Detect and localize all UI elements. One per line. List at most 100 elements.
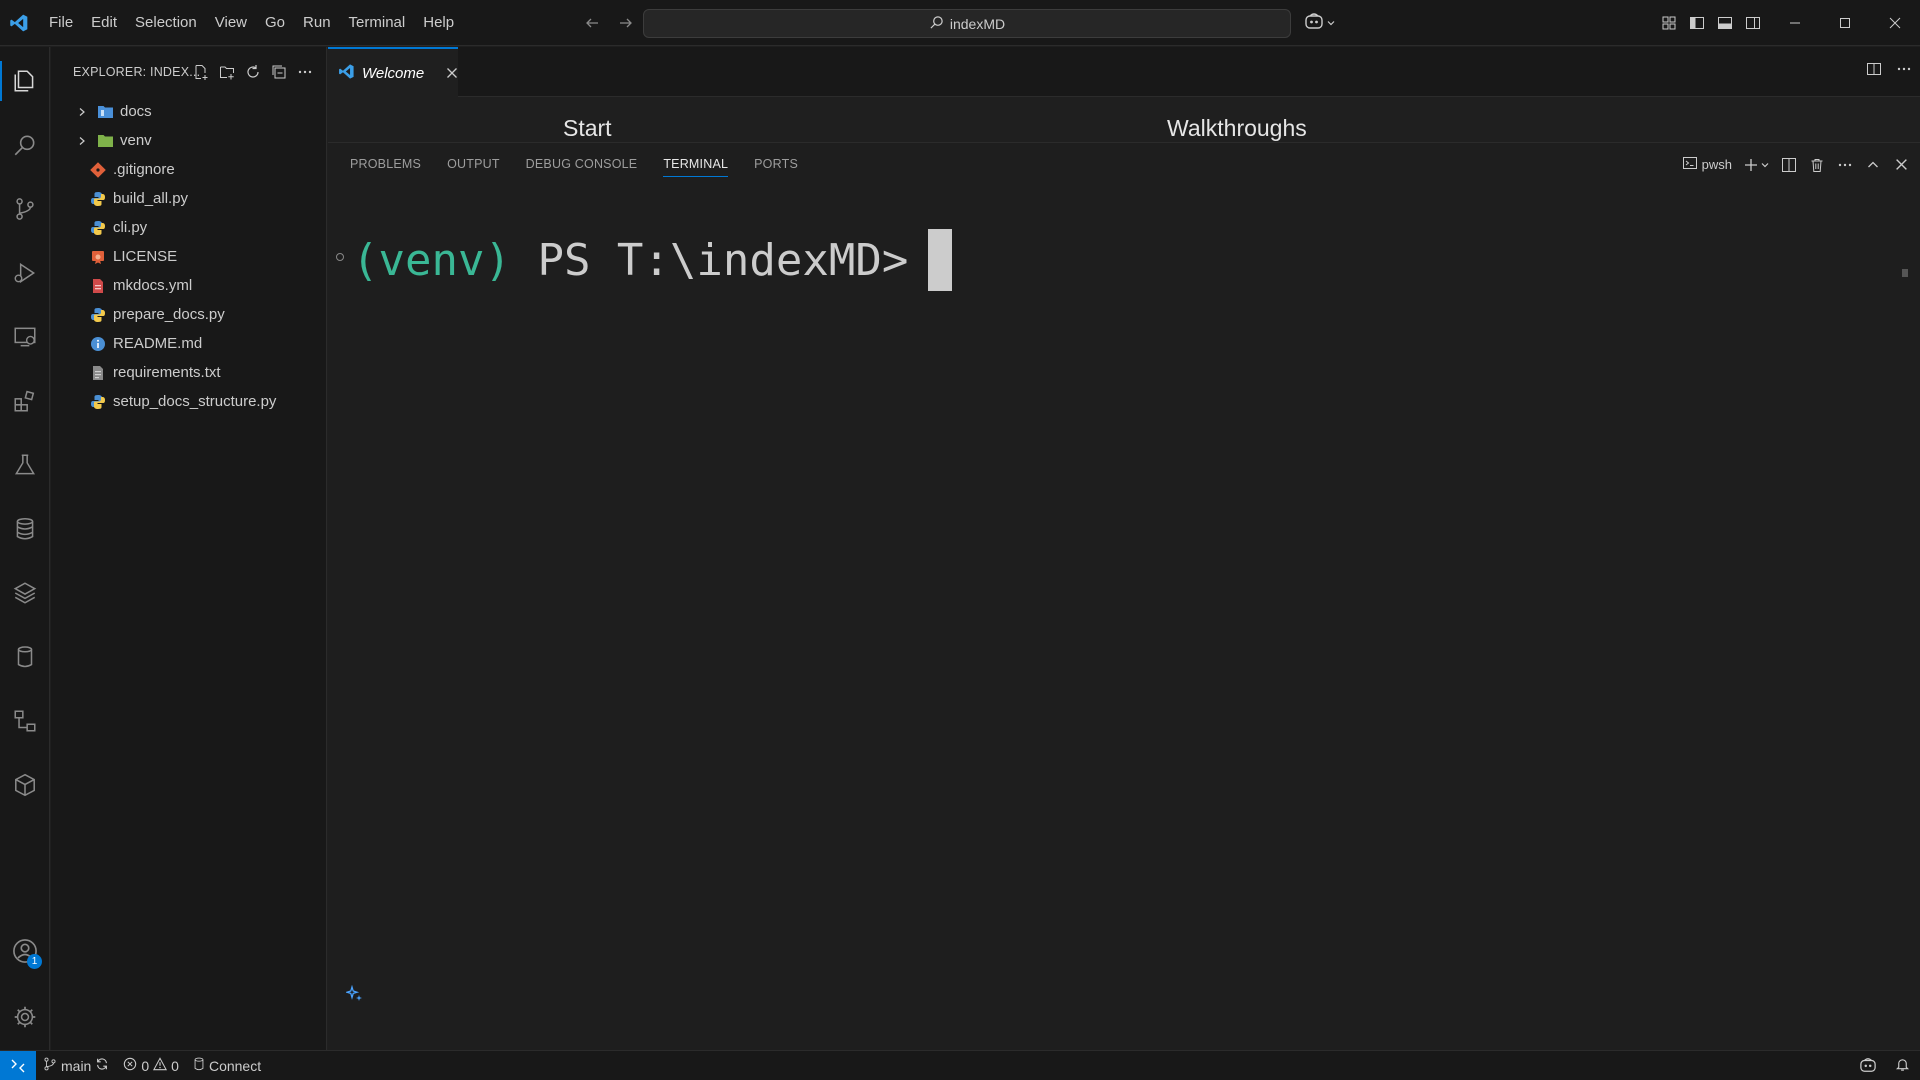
problems-status[interactable]: 0 0 (116, 1051, 186, 1080)
tab-welcome[interactable]: Welcome (328, 47, 458, 97)
toggle-panel-icon[interactable] (1714, 10, 1736, 36)
remote-explorer-icon[interactable] (0, 309, 50, 365)
customize-layout-icon[interactable] (1658, 10, 1680, 36)
python-file-icon (89, 393, 107, 411)
run-debug-icon[interactable] (0, 245, 50, 301)
layout-controls (1658, 10, 1764, 36)
split-editor-icon[interactable] (1866, 61, 1882, 81)
tab-terminal[interactable]: TERMINAL (663, 143, 728, 185)
new-file-icon[interactable] (191, 61, 211, 83)
database-icon[interactable] (0, 501, 50, 557)
copilot-sparkle-icon[interactable] (344, 984, 364, 1007)
kill-terminal-trash-icon[interactable] (1808, 156, 1826, 174)
text-file-icon (89, 364, 107, 382)
extensions-icon[interactable] (0, 373, 50, 429)
terminal-scrollbar[interactable] (1902, 269, 1908, 277)
license-file-icon (89, 248, 107, 266)
command-center-search[interactable]: indexMD (643, 9, 1291, 38)
tab-debug-console[interactable]: DEBUG CONSOLE (526, 143, 638, 185)
branch-status[interactable]: main (36, 1051, 116, 1080)
minimize-icon[interactable] (1770, 0, 1820, 46)
connect-status[interactable]: Connect (186, 1051, 268, 1080)
layers-icon[interactable] (0, 565, 50, 621)
settings-gear-icon[interactable] (0, 989, 50, 1045)
new-terminal-plus-icon[interactable] (1742, 156, 1760, 174)
cylinder-storage-icon[interactable] (0, 629, 50, 685)
explorer-sidebar: EXPLORER: INDEX... docs venv .gitignore (51, 47, 327, 1050)
editor-more-icon[interactable] (1896, 61, 1912, 81)
refresh-icon[interactable] (243, 61, 263, 83)
tree-file-license[interactable]: LICENSE (51, 242, 326, 271)
terminal-shell-selector[interactable]: pwsh (1682, 155, 1732, 174)
menu-run[interactable]: Run (294, 0, 340, 46)
panel-more-icon[interactable] (1836, 156, 1854, 174)
tree-file-requirements[interactable]: requirements.txt (51, 358, 326, 387)
menu-view[interactable]: View (206, 0, 256, 46)
collapse-all-icon[interactable] (269, 61, 289, 83)
source-control-icon[interactable] (0, 181, 50, 237)
toggle-primary-sidebar-icon[interactable] (1686, 10, 1708, 36)
more-actions-icon[interactable] (295, 61, 315, 83)
close-window-icon[interactable] (1870, 0, 1920, 46)
menu-help[interactable]: Help (414, 0, 463, 46)
tree-file-mkdocs[interactable]: mkdocs.yml (51, 271, 326, 300)
testing-flask-icon[interactable] (0, 437, 50, 493)
notifications-bell-icon[interactable] (1895, 1057, 1910, 1075)
explorer-actions (191, 61, 315, 83)
warning-count: 0 (171, 1057, 179, 1074)
package-cube-icon[interactable] (0, 757, 50, 813)
terminal-icon (1682, 155, 1698, 174)
panel-tabs: PROBLEMS OUTPUT DEBUG CONSOLE TERMINAL P… (350, 143, 798, 185)
menu-edit[interactable]: Edit (82, 0, 126, 46)
tab-problems[interactable]: PROBLEMS (350, 143, 421, 185)
maximize-panel-chevron-up-icon[interactable] (1864, 156, 1882, 174)
new-folder-icon[interactable] (217, 61, 237, 83)
vscode-tab-icon (338, 63, 355, 84)
explorer-icon[interactable] (0, 53, 50, 109)
terminal-prompt-line: (venv) PS T:\indexMD> (352, 229, 953, 291)
status-bar-right (1859, 1051, 1910, 1080)
explorer-title: EXPLORER: INDEX... (73, 65, 201, 79)
split-terminal-icon[interactable] (1780, 156, 1798, 174)
tab-output[interactable]: OUTPUT (447, 143, 500, 185)
python-file-icon (89, 306, 107, 324)
tree-folder-docs[interactable]: docs (51, 97, 326, 126)
diagram-flow-icon[interactable] (0, 693, 50, 749)
menu-bar: File Edit Selection View Go Run Terminal… (40, 0, 463, 46)
remote-indicator-icon[interactable] (0, 1050, 36, 1080)
tab-ports[interactable]: PORTS (754, 143, 798, 185)
chevron-down-icon (1326, 15, 1336, 32)
tree-file-gitignore[interactable]: .gitignore (51, 155, 326, 184)
tree-folder-venv[interactable]: venv (51, 126, 326, 155)
folder-docs-icon (96, 103, 114, 121)
tree-file-setup-docs-structure[interactable]: setup_docs_structure.py (51, 387, 326, 416)
tree-file-prepare-docs[interactable]: prepare_docs.py (51, 300, 326, 329)
menu-file[interactable]: File (40, 0, 82, 46)
activity-bar: 1 (0, 47, 50, 1050)
close-tab-icon[interactable] (445, 64, 458, 82)
terminal-view[interactable]: (venv) PS T:\indexMD> (328, 185, 1908, 1051)
chevron-down-icon[interactable] (1760, 156, 1770, 174)
forward-arrow-icon[interactable] (614, 10, 638, 36)
accounts-icon[interactable]: 1 (0, 923, 50, 979)
folder-venv-icon (96, 132, 114, 150)
maximize-icon[interactable] (1820, 0, 1870, 46)
close-panel-icon[interactable] (1892, 156, 1910, 174)
copilot-menu[interactable] (1304, 12, 1336, 34)
command-decoration-icon[interactable] (336, 253, 344, 261)
search-view-icon[interactable] (0, 117, 50, 173)
menu-selection[interactable]: Selection (126, 0, 206, 46)
back-arrow-icon[interactable] (580, 10, 604, 36)
toggle-secondary-sidebar-icon[interactable] (1742, 10, 1764, 36)
terminal-prompt: PS T:\indexMD> (537, 234, 909, 286)
chevron-right-icon (72, 102, 92, 122)
tree-file-readme[interactable]: README.md (51, 329, 326, 358)
tree-file-build-all[interactable]: build_all.py (51, 184, 326, 213)
database-connect-icon (193, 1057, 205, 1074)
status-bar: main 0 0 Connect (0, 1050, 1920, 1080)
menu-go[interactable]: Go (256, 0, 294, 46)
yaml-file-icon (89, 277, 107, 295)
copilot-status-icon[interactable] (1859, 1057, 1877, 1076)
menu-terminal[interactable]: Terminal (340, 0, 415, 46)
tree-file-cli[interactable]: cli.py (51, 213, 326, 242)
